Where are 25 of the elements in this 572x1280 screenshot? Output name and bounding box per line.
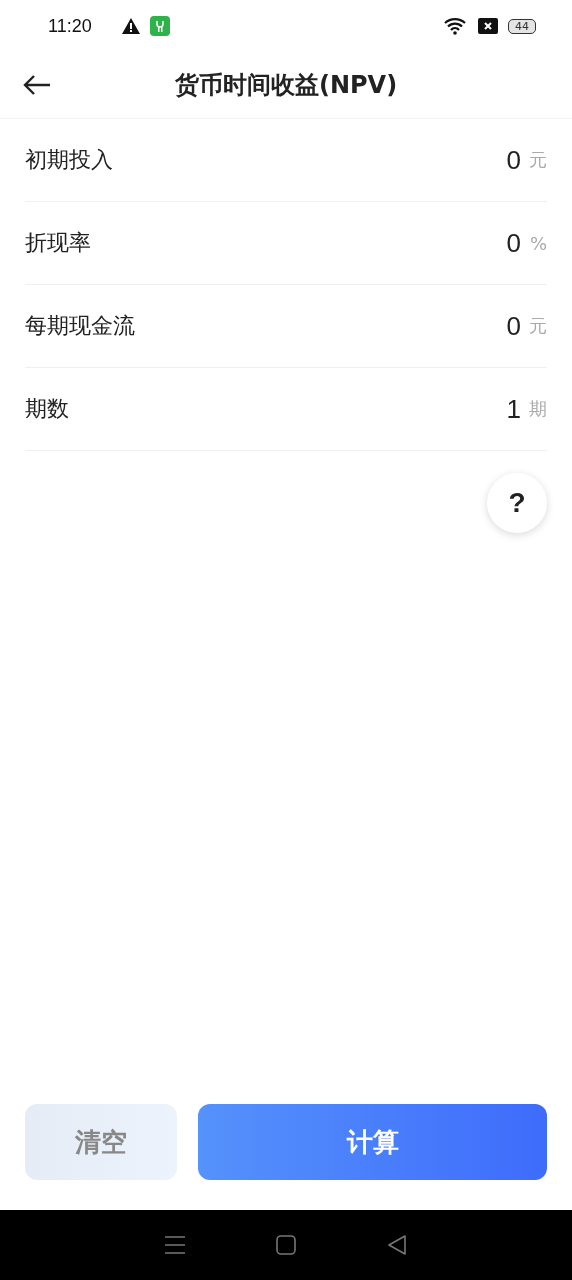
help-button[interactable]: ? <box>487 473 547 533</box>
back-arrow-icon <box>22 73 52 97</box>
unit-label: 期 <box>528 397 547 421</box>
wifi-icon <box>444 17 468 35</box>
warning-icon <box>121 18 140 34</box>
battery-level: 44 <box>508 18 536 34</box>
unit-label: 元 <box>528 148 547 172</box>
field-label: 初期投入 <box>25 146 114 174</box>
input-field[interactable]: 1 <box>401 393 521 425</box>
back-icon[interactable] <box>386 1235 407 1255</box>
unit-label: 元 <box>528 314 547 338</box>
input-field[interactable]: 0 <box>401 227 521 259</box>
unit-label: % <box>528 232 547 254</box>
app-icon <box>149 16 170 36</box>
input-field[interactable]: 0 <box>401 144 521 176</box>
menu-icon[interactable] <box>165 1236 186 1254</box>
status-time: 11:20 <box>48 15 92 37</box>
field-label: 期数 <box>25 395 70 423</box>
field-label: 每期现金流 <box>25 312 136 340</box>
input-field[interactable]: 0 <box>401 310 521 342</box>
page-title: 货币时间收益(NPV) <box>174 70 398 101</box>
field-label: 折现率 <box>25 229 92 257</box>
home-icon[interactable] <box>276 1235 296 1255</box>
calculate-button[interactable]: 计算 <box>198 1104 547 1180</box>
no-sim-icon <box>478 18 498 34</box>
